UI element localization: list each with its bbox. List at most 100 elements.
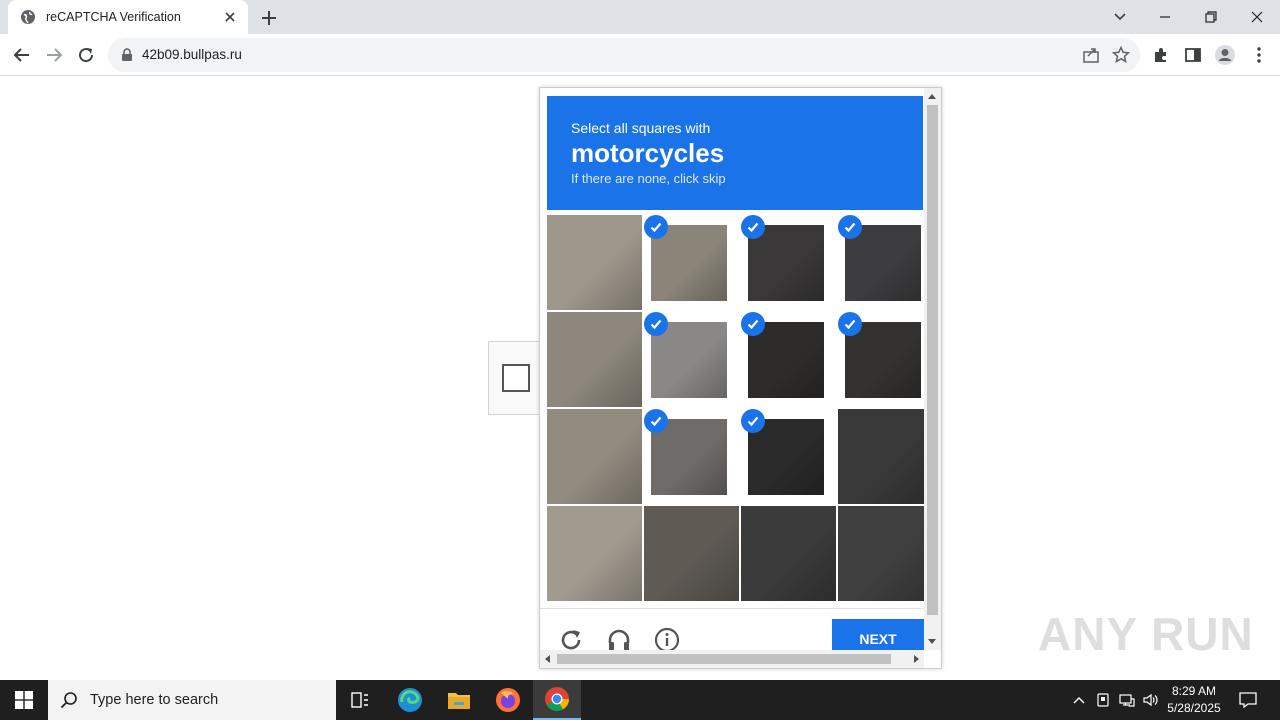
task-view-icon [351, 692, 368, 708]
notification-icon [1239, 692, 1257, 708]
captcha-tile[interactable] [547, 409, 642, 504]
horizontal-scrollbar[interactable] [540, 650, 924, 668]
tray-volume[interactable] [1140, 680, 1162, 720]
vertical-scrollbar[interactable] [924, 88, 941, 650]
captcha-tile[interactable] [741, 215, 836, 310]
image-grid [547, 215, 933, 603]
restore-icon [1205, 11, 1217, 23]
captcha-tile[interactable] [547, 312, 642, 407]
minimize-icon [1160, 16, 1170, 18]
captcha-tile[interactable] [838, 312, 933, 407]
captcha-tile[interactable] [838, 409, 933, 504]
browser-tab[interactable]: reCAPTCHA Verification [8, 0, 248, 34]
search-icon [60, 692, 77, 709]
search-placeholder: Type here to search [90, 692, 219, 708]
reload-button[interactable] [74, 43, 98, 67]
show-hidden-icons[interactable] [1068, 680, 1090, 720]
back-button[interactable] [10, 43, 34, 67]
captcha-tile[interactable] [838, 506, 933, 601]
share-icon[interactable] [1082, 46, 1100, 64]
tab-title: reCAPTCHA Verification [46, 10, 181, 24]
web-page: Select all squares with motorcycles If t… [0, 77, 1280, 680]
checkmark-icon [644, 312, 668, 336]
checkmark-icon [838, 215, 862, 239]
tile-image [741, 506, 836, 601]
edge-icon [398, 688, 422, 712]
tile-image [838, 409, 933, 504]
scroll-right-arrow[interactable] [914, 655, 919, 663]
reload-icon [79, 48, 94, 63]
url-text[interactable]: 42b09.bullpas.ru [142, 47, 242, 62]
tile-image [838, 506, 933, 601]
clock-date: 5/28/2025 [1167, 701, 1221, 715]
checkmark-icon [741, 215, 765, 239]
scrollbar-thumb[interactable] [557, 654, 891, 664]
bookmark-star-icon[interactable] [1112, 46, 1130, 64]
profile-button[interactable] [1214, 44, 1236, 66]
captcha-tile[interactable] [547, 506, 642, 601]
captcha-tile[interactable] [741, 312, 836, 407]
system-clock[interactable]: 8:29 AM 5/28/2025 [1160, 683, 1228, 717]
captcha-tile[interactable] [741, 506, 836, 601]
minimize-button[interactable] [1142, 0, 1188, 34]
checkmark-icon [741, 409, 765, 433]
taskbar-file-explorer[interactable] [435, 680, 483, 720]
tab-strip: reCAPTCHA Verification [0, 0, 1280, 34]
start-button[interactable] [0, 680, 48, 720]
close-tab-icon[interactable] [222, 9, 238, 25]
captcha-tile[interactable] [644, 409, 739, 504]
tile-image [547, 409, 642, 504]
close-window-button[interactable] [1234, 0, 1280, 34]
taskbar-search[interactable]: Type here to search [48, 680, 336, 720]
scrollbar-thumb[interactable] [927, 105, 938, 615]
checkmark-icon [644, 409, 668, 433]
close-icon [1251, 11, 1263, 23]
recaptcha-anchor [488, 341, 540, 415]
tray-network[interactable] [1116, 680, 1138, 720]
chevron-down-icon [1114, 13, 1126, 21]
tile-image [644, 506, 739, 601]
clock-time: 8:29 AM [1171, 684, 1217, 698]
avatar-icon [1215, 45, 1235, 65]
windows-logo-icon [15, 691, 33, 709]
windows-taskbar: Type here to search 8:29 AM 5/28/2025 [0, 680, 1280, 720]
device-icon [1097, 693, 1109, 707]
forward-arrow-icon [47, 48, 63, 62]
firefox-icon [496, 688, 520, 712]
new-tab-icon[interactable] [258, 7, 280, 29]
address-bar[interactable]: 42b09.bullpas.ru [108, 38, 1140, 72]
lock-icon[interactable] [120, 48, 134, 62]
recaptcha-checkbox[interactable] [502, 364, 530, 392]
captcha-tile[interactable] [741, 409, 836, 504]
scroll-up-arrow[interactable] [928, 94, 936, 99]
chrome-icon [545, 687, 569, 712]
captcha-tile[interactable] [644, 312, 739, 407]
tab-search-button[interactable] [1108, 5, 1132, 29]
restore-button[interactable] [1188, 0, 1234, 34]
taskbar-edge[interactable] [386, 680, 434, 720]
captcha-tile[interactable] [644, 215, 739, 310]
chevron-up-icon [1073, 697, 1085, 704]
extensions-button[interactable] [1150, 44, 1172, 66]
taskbar-firefox[interactable] [484, 680, 532, 720]
captcha-tile[interactable] [644, 506, 739, 601]
checkmark-icon [741, 312, 765, 336]
side-panel-button[interactable] [1182, 44, 1204, 66]
kebab-menu-icon [1257, 47, 1261, 63]
task-view-button[interactable] [336, 680, 384, 720]
tile-image [547, 312, 642, 407]
captcha-tile[interactable] [838, 215, 933, 310]
speaker-icon [1143, 693, 1158, 707]
scroll-down-arrow[interactable] [928, 639, 936, 644]
browser-toolbar: 42b09.bullpas.ru [0, 34, 1280, 76]
notifications-button[interactable] [1234, 680, 1262, 720]
forward-button[interactable] [42, 43, 66, 67]
menu-button[interactable] [1248, 44, 1270, 66]
scroll-left-arrow[interactable] [545, 655, 550, 663]
captcha-tile[interactable] [547, 215, 642, 310]
globe-icon [21, 10, 35, 24]
taskbar-chrome[interactable] [533, 680, 581, 720]
network-icon [1119, 694, 1135, 707]
tray-device[interactable] [1093, 680, 1113, 720]
puzzle-icon [1155, 48, 1166, 62]
